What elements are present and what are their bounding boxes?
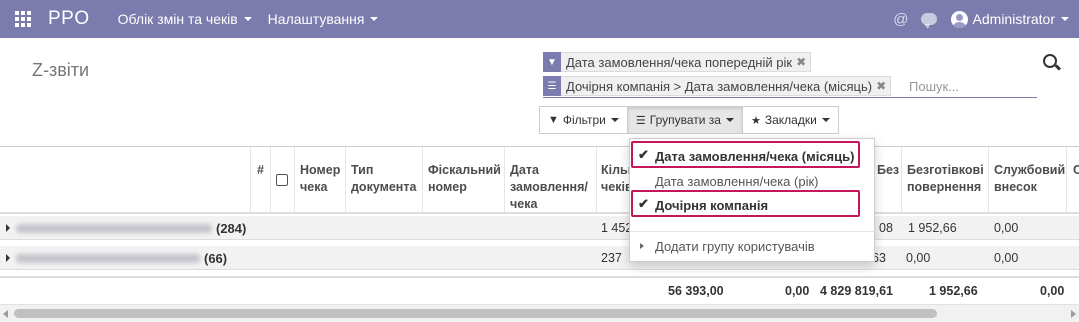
navbar-right: @ Administrator bbox=[893, 0, 1079, 38]
app-brand[interactable]: PPO bbox=[48, 8, 90, 30]
select-all-checkbox[interactable] bbox=[276, 174, 288, 186]
group-cell-service: 0,00 bbox=[994, 221, 1019, 235]
chat-icon[interactable] bbox=[920, 13, 937, 29]
column-header-last[interactable]: С bbox=[1068, 162, 1079, 179]
search-facet-filter: ▼ Дата замовлення/чека попередній рік ✖ bbox=[543, 52, 812, 72]
column-header-service-deposit[interactable]: Службовий внесок bbox=[989, 162, 1069, 196]
total-value: 0,00 bbox=[785, 284, 810, 298]
menu-shifts-checks[interactable]: Облік змін та чеків bbox=[118, 11, 252, 27]
groupby-option-date-year[interactable]: Дата замовлення/чека (рік) bbox=[630, 170, 874, 192]
column-header-document-type[interactable]: Тип документа bbox=[346, 162, 421, 196]
filters-button[interactable]: ▼ Фільтри bbox=[539, 106, 628, 134]
add-custom-group-label: Додати групу користувачів bbox=[655, 238, 815, 254]
group-count: (284) bbox=[216, 221, 247, 236]
group-cell-noncash: 08 bbox=[879, 221, 893, 235]
top-navbar: PPO Облік змін та чеків Налаштування @ A… bbox=[0, 0, 1079, 38]
filter-icon: ▼ bbox=[548, 114, 559, 126]
at-icon[interactable]: @ bbox=[893, 11, 908, 28]
column-header-number[interactable]: # bbox=[252, 162, 264, 179]
scroll-left-arrow-icon[interactable] bbox=[3, 310, 8, 318]
filters-label: Фільтри bbox=[562, 113, 606, 127]
search-bar: ▼ Дата замовлення/чека попередній рік ✖ … bbox=[543, 50, 1037, 98]
search-icon[interactable] bbox=[1043, 54, 1057, 68]
table-header: # Номер чека Тип документа Фіскальний но… bbox=[0, 146, 1079, 214]
column-header-count[interactable]: Кількість чеків bbox=[596, 162, 632, 196]
user-menu[interactable]: Administrator bbox=[973, 11, 1069, 27]
column-divider bbox=[270, 147, 271, 213]
total-value: 4 829 819,61 bbox=[820, 284, 893, 298]
search-facet-groupby: ☰ Дочірня компанія > Дата замовлення/чек… bbox=[543, 76, 892, 96]
search-input[interactable] bbox=[907, 76, 1037, 96]
column-divider bbox=[1066, 147, 1067, 213]
avatar[interactable] bbox=[950, 10, 968, 28]
total-value: 1 952,66 bbox=[929, 284, 978, 298]
scrollbar-thumb[interactable] bbox=[14, 309, 937, 318]
page-title: Z-звіти bbox=[32, 60, 90, 80]
facet-text: Дата замовлення/чека попередній рік bbox=[566, 54, 793, 70]
menu-settings-label: Налаштування bbox=[267, 11, 365, 27]
group-count: (66) bbox=[204, 251, 228, 266]
dropdown-divider bbox=[630, 231, 874, 232]
group-row[interactable]: (284) 1 452 08 1 952,66 0,00 bbox=[0, 216, 1079, 240]
bars-icon: ☰ bbox=[635, 114, 646, 127]
scroll-right-arrow-icon[interactable] bbox=[1071, 310, 1076, 318]
favorites-button[interactable]: ★ Закладки bbox=[741, 106, 839, 134]
filter-icon: ▼ bbox=[543, 52, 561, 72]
facet-text: Дочірня компанія > Дата замовлення/чека … bbox=[566, 78, 873, 94]
group-cell-noncash-return: 0,00 bbox=[906, 251, 931, 265]
column-header-fiscal-number[interactable]: Фіскальний номер bbox=[423, 162, 503, 196]
chevron-down-icon bbox=[821, 118, 830, 122]
highlight-box bbox=[631, 190, 860, 217]
close-icon[interactable]: ✖ bbox=[876, 79, 890, 93]
column-header-check-number[interactable]: Номер чека bbox=[295, 162, 345, 196]
add-custom-group-toggle[interactable]: Додати групу користувачів bbox=[630, 235, 874, 257]
total-value: 0,00 bbox=[1040, 284, 1065, 298]
group-cell-count: 237 bbox=[601, 251, 622, 265]
table-footer-totals: 56 393,00 0,00 4 829 819,61 1 952,66 0,0… bbox=[0, 276, 1079, 302]
column-header-date[interactable]: Дата замовлення/ чека bbox=[505, 162, 595, 213]
column-divider bbox=[250, 147, 251, 213]
apps-menu-button[interactable] bbox=[0, 0, 46, 38]
group-cell-service: 0,00 bbox=[994, 251, 1019, 265]
group-by-button[interactable]: ☰ Групувати за bbox=[626, 106, 743, 134]
groupby-option-label: Дата замовлення/чека (рік) bbox=[655, 173, 819, 189]
chevron-down-icon bbox=[370, 17, 379, 21]
group-by-icon: ☰ bbox=[543, 76, 561, 96]
caret-right-icon bbox=[640, 243, 644, 249]
group-cell-noncash-return: 1 952,66 bbox=[908, 221, 957, 235]
caret-right-icon bbox=[6, 224, 10, 232]
favorites-label: Закладки bbox=[764, 113, 817, 127]
menu-shifts-checks-label: Облік змін та чеків bbox=[117, 11, 238, 27]
user-name: Administrator bbox=[972, 11, 1055, 27]
close-icon[interactable]: ✖ bbox=[796, 55, 810, 69]
column-header-noncash[interactable]: Безготівкові bbox=[872, 162, 900, 179]
horizontal-scrollbar[interactable] bbox=[0, 304, 1079, 322]
chevron-down-icon bbox=[725, 118, 734, 122]
total-value: 56 393,00 bbox=[668, 284, 724, 298]
highlight-box bbox=[631, 141, 860, 168]
group-row[interactable]: (66) 237 63 0,00 0,00 bbox=[0, 246, 1079, 270]
chevron-down-icon bbox=[243, 17, 252, 21]
column-header-noncash-return[interactable]: Безготівкові повернення bbox=[902, 162, 988, 196]
group-by-label: Групувати за bbox=[649, 113, 721, 127]
star-icon: ★ bbox=[750, 114, 761, 127]
chevron-down-icon bbox=[610, 118, 619, 122]
blurred-group-name bbox=[16, 224, 212, 233]
group-cell-count: 1 452 bbox=[601, 221, 633, 235]
menu-settings[interactable]: Налаштування bbox=[268, 11, 379, 27]
grid-icon bbox=[15, 11, 31, 27]
blurred-group-name bbox=[16, 254, 200, 263]
caret-right-icon bbox=[6, 254, 10, 262]
chevron-down-icon bbox=[1061, 17, 1069, 21]
search-options-toolbar: ▼ Фільтри ☰ Групувати за ★ Закладки bbox=[539, 106, 839, 134]
